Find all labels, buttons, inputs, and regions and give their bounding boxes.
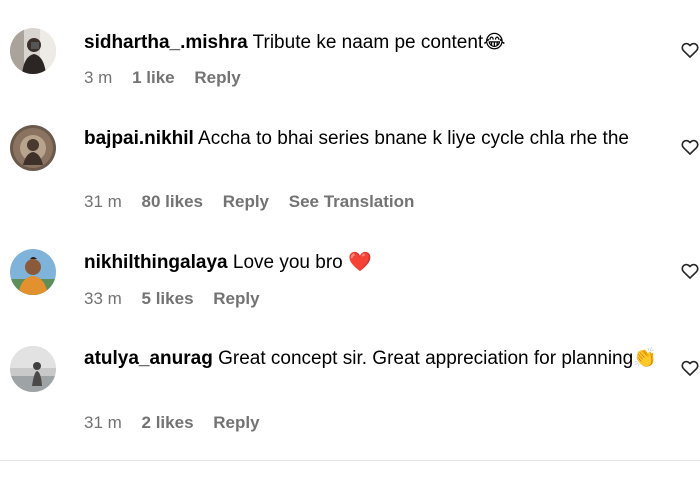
- comment-meta: 3 m 1 like Reply: [84, 68, 256, 88]
- comment-meta: 31 m 2 likes Reply: [84, 413, 275, 433]
- comment-username[interactable]: bajpai.nikhil: [84, 128, 194, 149]
- heart-icon[interactable]: [680, 261, 700, 281]
- emoji-laughing-icon: 😂: [483, 32, 506, 53]
- reply-button[interactable]: Reply: [213, 413, 259, 432]
- likes-count[interactable]: 1 like: [132, 68, 175, 87]
- comment-time: 31 m: [84, 192, 122, 211]
- heart-icon[interactable]: [680, 40, 700, 60]
- likes-count[interactable]: 2 likes: [142, 413, 194, 432]
- comment-body: sidhartha_.mishra Tribute ke naam pe con…: [84, 29, 664, 56]
- comment-body: bajpai.nikhil Accha to bhai series bnane…: [84, 125, 664, 152]
- avatar[interactable]: [10, 346, 56, 392]
- avatar[interactable]: [10, 249, 56, 295]
- comment-time: 3 m: [84, 68, 113, 87]
- see-translation-button[interactable]: See Translation: [289, 192, 415, 211]
- reply-button[interactable]: Reply: [223, 192, 269, 211]
- comment-body: nikhilthingalaya Love you bro ❤️: [84, 249, 664, 276]
- comment-thread: sidhartha_.mishra Tribute ke naam pe con…: [0, 0, 700, 477]
- divider: [0, 460, 700, 461]
- comment-meta: 33 m 5 likes Reply: [84, 289, 275, 309]
- comment-username[interactable]: nikhilthingalaya: [84, 252, 228, 273]
- comment-text: Great concept sir. Great appreciation fo…: [218, 348, 634, 369]
- avatar[interactable]: [10, 125, 56, 171]
- reply-button[interactable]: Reply: [213, 289, 259, 308]
- comment-text: Love you bro: [232, 252, 343, 273]
- likes-count[interactable]: 5 likes: [142, 289, 194, 308]
- comment-meta: 31 m 80 likes Reply See Translation: [84, 192, 429, 212]
- comment-body: atulya_anurag Great concept sir. Great a…: [84, 345, 664, 372]
- comment-time: 31 m: [84, 413, 122, 432]
- comment-text: Accha to bhai series bnane k liye cycle …: [198, 128, 629, 149]
- comment-username[interactable]: sidhartha_.mishra: [84, 32, 248, 53]
- emoji-clapping-icon: 👏: [633, 348, 657, 369]
- comment-time: 33 m: [84, 289, 122, 308]
- likes-count[interactable]: 80 likes: [142, 192, 203, 211]
- heart-icon[interactable]: [680, 358, 700, 378]
- reply-button[interactable]: Reply: [194, 68, 240, 87]
- comment-text: Tribute ke naam pe content: [252, 32, 484, 53]
- comment-username[interactable]: atulya_anurag: [84, 348, 213, 369]
- avatar[interactable]: [10, 28, 56, 74]
- emoji-heart-icon: ❤️: [348, 252, 372, 273]
- heart-icon[interactable]: [680, 137, 700, 157]
